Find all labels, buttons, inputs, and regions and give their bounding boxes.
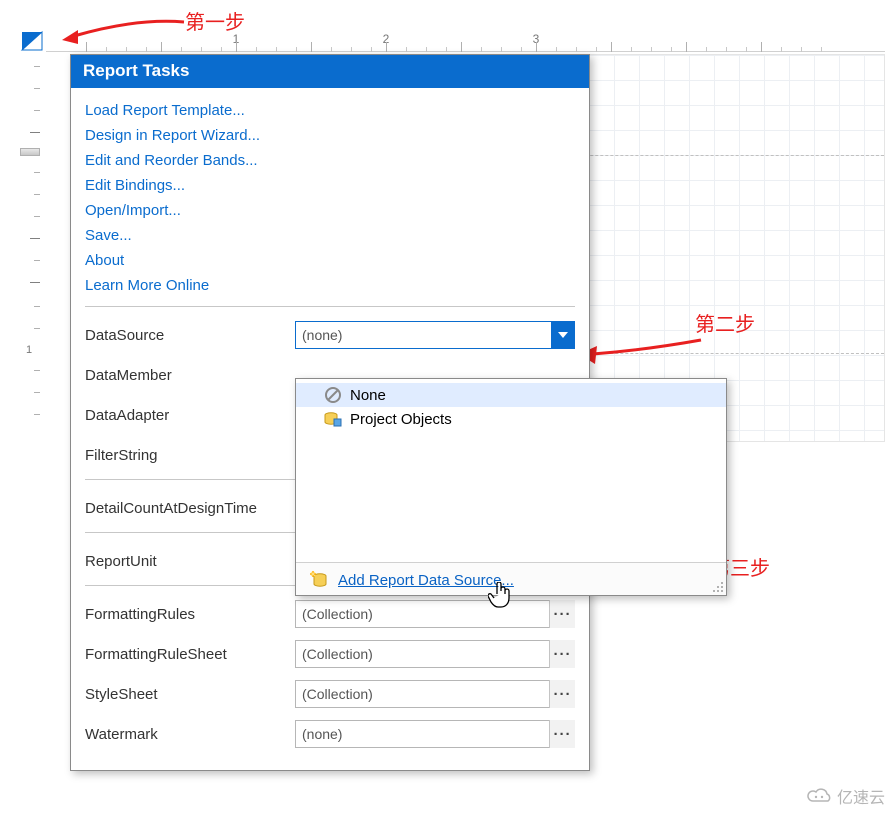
formattingrulesheet-label: FormattingRuleSheet [85,646,295,663]
datasource-tree[interactable]: None Project Objects [296,379,726,562]
design-in-report-wizard-link[interactable]: Design in Report Wizard... [85,123,575,148]
open-import-link[interactable]: Open/Import... [85,198,575,223]
site-watermark: 亿速云 [805,784,885,808]
edit-reorder-bands-link[interactable]: Edit and Reorder Bands... [85,148,575,173]
panel-title: Report Tasks [71,55,589,88]
smart-tag-glyph[interactable] [20,30,44,52]
reportunit-label: ReportUnit [85,553,295,570]
datasource-label: DataSource [85,327,295,344]
ruler-v-number: 1 [26,344,32,356]
datasource-option-none[interactable]: None [296,383,726,407]
datasource-dropdown-button[interactable] [551,321,575,349]
chevron-down-icon [557,331,569,339]
datasource-option-label: None [350,387,386,404]
stylesheet-label: StyleSheet [85,686,295,703]
about-link[interactable]: About [85,248,575,273]
add-report-datasource-link[interactable]: Add Report Data Source... [338,572,514,589]
resize-grip-icon[interactable] [710,579,724,593]
formattingrules-field[interactable] [295,600,575,628]
edit-bindings-link[interactable]: Edit Bindings... [85,173,575,198]
load-report-template-link[interactable]: Load Report Template... [85,98,575,123]
stylesheet-field[interactable] [295,680,575,708]
datasource-option-projectobjects[interactable]: Project Objects [296,407,726,431]
formattingrulesheet-field[interactable] [295,640,575,668]
watermark-field[interactable] [295,720,575,748]
add-datasource-icon [310,571,328,589]
site-watermark-text: 亿速云 [837,784,885,808]
watermark-ellipsis-button[interactable]: ··· [549,720,575,748]
datasource-dropdown-popup: None Project Objects Add Report Data Sou… [295,378,727,596]
datasource-field[interactable] [295,321,575,349]
watermark-label: Watermark [85,726,295,743]
project-objects-icon [324,410,342,428]
cloud-logo-icon [805,787,833,805]
task-link-list: Load Report Template... Design in Report… [85,98,575,298]
save-link[interactable]: Save... [85,223,575,248]
formattingrules-ellipsis-button[interactable]: ··· [549,600,575,628]
ruler-vertical: 1 [20,54,44,434]
datamember-label: DataMember [85,367,295,384]
band-handle[interactable] [20,148,40,156]
dataadapter-label: DataAdapter [85,407,295,424]
stylesheet-ellipsis-button[interactable]: ··· [549,680,575,708]
separator [85,306,575,307]
formattingrulesheet-ellipsis-button[interactable]: ··· [549,640,575,668]
formattingrules-label: FormattingRules [85,606,295,623]
ruler-horizontal: 1 2 3 [46,30,885,52]
none-icon [324,386,342,404]
learn-more-online-link[interactable]: Learn More Online [85,273,575,298]
filterstring-label: FilterString [85,447,295,464]
datasource-option-label: Project Objects [350,411,452,428]
detailcount-label: DetailCountAtDesignTime [85,500,295,517]
